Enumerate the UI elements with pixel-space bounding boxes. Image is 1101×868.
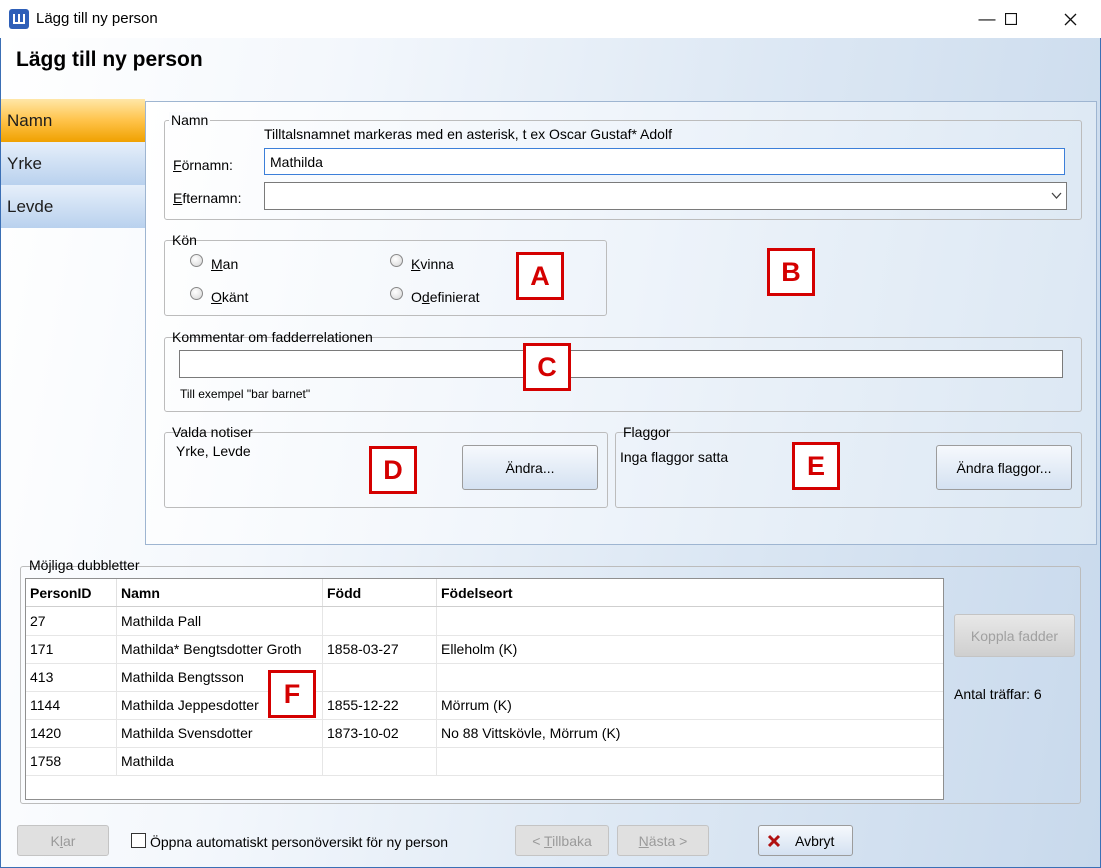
- comment-input[interactable]: [179, 350, 1063, 378]
- table-row[interactable]: 1420 Mathilda Svensdotter 1873-10-02 No …: [26, 719, 943, 748]
- annotation-marker-c: C: [523, 343, 571, 391]
- radio-okant-label[interactable]: Okänt: [211, 289, 248, 305]
- cell-fodelseort: Mörrum (K): [441, 697, 512, 713]
- cancel-button[interactable]: Avbryt: [758, 825, 853, 856]
- duplicates-table[interactable]: PersonID Namn Född Födelseort 27 Mathild…: [25, 578, 944, 800]
- notes-value: Yrke, Levde: [176, 443, 251, 459]
- first-name-input[interactable]: Mathilda: [264, 148, 1065, 175]
- column-header-fodd[interactable]: Född: [323, 579, 437, 606]
- cell-namn: Mathilda* Bengtsdotter Groth: [117, 635, 323, 663]
- first-name-label: Förnamn:: [173, 157, 233, 173]
- cell-personid: 1758: [26, 747, 117, 775]
- maximize-button[interactable]: [988, 0, 1034, 38]
- title-bar: [0, 0, 1101, 38]
- maximize-icon: [1005, 13, 1017, 25]
- cell-fodelseort: [437, 663, 943, 691]
- cell-namn: Mathilda Svensdotter: [117, 719, 323, 747]
- table-row[interactable]: 1758 Mathilda: [26, 747, 943, 776]
- sidebar-item-label: Levde: [7, 196, 54, 216]
- close-button[interactable]: [1047, 0, 1093, 38]
- flags-value: Inga flaggor satta: [620, 449, 729, 465]
- radio-man-label[interactable]: Man: [211, 256, 238, 272]
- close-icon: [767, 834, 781, 847]
- radio-okant[interactable]: [190, 287, 203, 300]
- comment-group-legend: Kommentar om fadderrelationen: [172, 329, 373, 345]
- radio-kvinna[interactable]: [390, 254, 403, 267]
- cell-fodd: [323, 607, 437, 635]
- done-button[interactable]: Klar: [17, 825, 109, 856]
- cell-fodelseort: [437, 747, 943, 775]
- notes-group-legend: Valda notiser: [172, 424, 253, 440]
- cell-namn: Mathilda: [117, 747, 323, 775]
- change-notes-button[interactable]: Ändra...: [462, 445, 598, 490]
- annotation-marker-d: D: [369, 446, 417, 494]
- cell-fodd: 1858-03-27: [323, 635, 437, 663]
- cell-fodd: 1873-10-02: [323, 719, 437, 747]
- link-godparent-button[interactable]: Koppla fadder: [954, 614, 1075, 657]
- sidebar-item-yrke[interactable]: Yrke: [1, 142, 145, 185]
- table-row[interactable]: 1144 Mathilda Jeppesdotter 1855-12-22 Mö…: [26, 691, 943, 720]
- sidebar-item-namn[interactable]: Namn: [1, 99, 145, 142]
- annotation-marker-b: B: [767, 248, 815, 296]
- chevron-down-icon[interactable]: [1051, 192, 1062, 200]
- page-title: Lägg till ny person: [16, 48, 203, 71]
- cell-personid: 27: [26, 607, 117, 635]
- auto-open-label[interactable]: Öppna automatiskt personöversikt för ny …: [150, 834, 448, 850]
- column-header-fodelseort[interactable]: Födelseort: [437, 579, 943, 606]
- table-row[interactable]: 27 Mathilda Pall: [26, 607, 943, 636]
- annotation-marker-f: F: [268, 670, 316, 718]
- cell-fodd: [323, 747, 437, 775]
- close-icon: [1064, 13, 1076, 25]
- cell-personid: 1420: [26, 719, 117, 747]
- name-group-legend: Namn: [169, 112, 211, 128]
- cell-personid: 413: [26, 663, 117, 691]
- annotation-marker-e: E: [792, 442, 840, 490]
- radio-kvinna-label[interactable]: Kvinna: [411, 256, 454, 272]
- last-name-combobox[interactable]: [264, 182, 1067, 210]
- hits-count: Antal träffar: 6: [954, 686, 1042, 702]
- table-row[interactable]: 413 Mathilda Bengtsson: [26, 663, 943, 692]
- next-button[interactable]: Nästa >: [617, 825, 709, 856]
- cell-personid: 171: [26, 635, 117, 663]
- change-flags-button[interactable]: Ändra flaggor...: [936, 445, 1072, 490]
- cell-fodd: [323, 663, 437, 691]
- name-hint: Tilltalsnamnet markeras med en asterisk,…: [264, 126, 672, 142]
- sidebar-item-label: Yrke: [7, 153, 42, 173]
- column-header-namn[interactable]: Namn: [117, 579, 323, 606]
- cell-fodelseort: Elleholm (K): [441, 641, 518, 657]
- cell-namn: Mathilda Pall: [117, 607, 323, 635]
- cell-personid: 1144: [26, 691, 117, 719]
- radio-man[interactable]: [190, 254, 203, 267]
- comment-hint: Till exempel "bar barnet": [180, 387, 311, 401]
- cell-fodelseort: [437, 607, 943, 635]
- radio-odefinierat[interactable]: [390, 287, 403, 300]
- radio-odefinierat-label[interactable]: Odefinierat: [411, 289, 480, 305]
- last-name-label: Efternamn:: [173, 190, 242, 206]
- window-title: Lägg till ny person: [36, 10, 158, 27]
- cell-fodelseort: No 88 Vittskövle, Mörrum (K): [441, 725, 621, 741]
- flags-group-legend: Flaggor: [623, 424, 671, 440]
- column-header-personid[interactable]: PersonID: [26, 579, 117, 606]
- sidebar-item-levde[interactable]: Levde: [1, 185, 145, 228]
- annotation-marker-a: A: [516, 252, 564, 300]
- app-icon: [9, 9, 29, 29]
- cell-fodd: 1855-12-22: [323, 691, 437, 719]
- cancel-button-label: Avbryt: [795, 832, 835, 849]
- back-button[interactable]: < Tillbaka: [515, 825, 609, 856]
- sidebar-item-label: Namn: [7, 110, 53, 130]
- auto-open-checkbox[interactable]: [131, 833, 146, 848]
- duplicates-group-legend: Möjliga dubbletter: [29, 557, 140, 573]
- gender-group-legend: Kön: [172, 232, 197, 248]
- table-row[interactable]: 171 Mathilda* Bengtsdotter Groth 1858-03…: [26, 635, 943, 664]
